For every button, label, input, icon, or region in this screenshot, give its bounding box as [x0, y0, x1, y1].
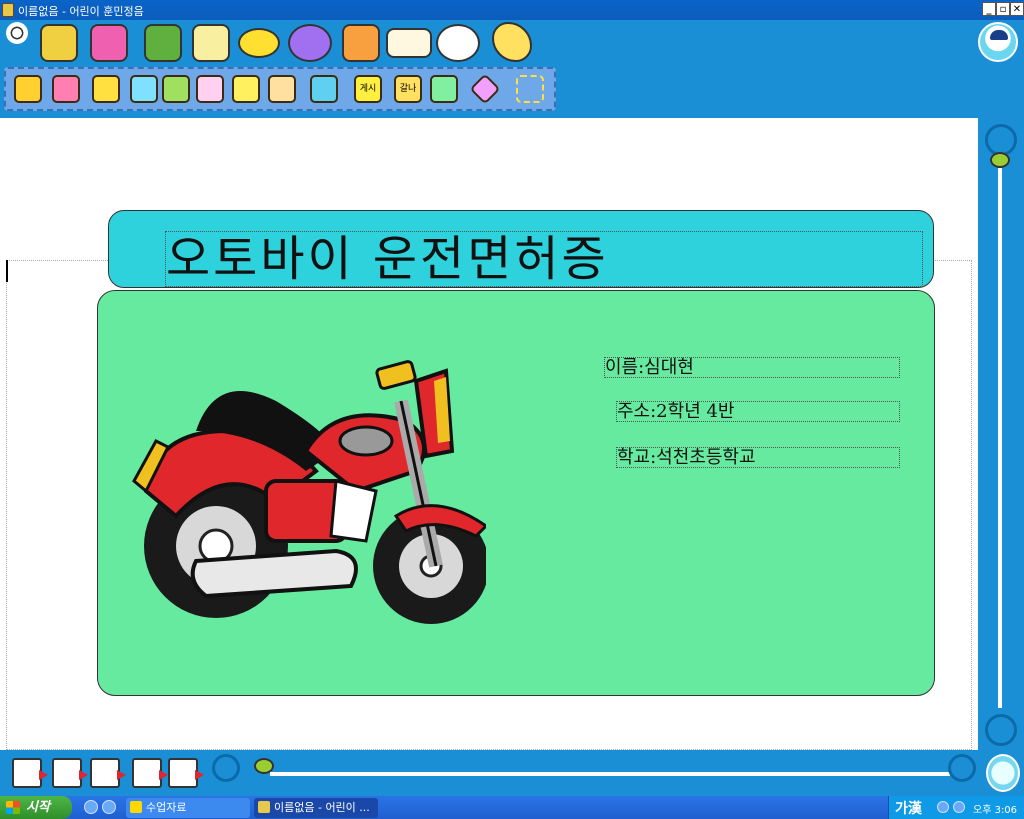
main-toolbar [0, 20, 976, 66]
page-prev-icon[interactable] [12, 758, 48, 788]
system-tray: 가漢 오후 3:06 [888, 796, 1024, 819]
vertical-scrollbar[interactable] [978, 118, 1024, 750]
notice-text-icon[interactable]: 게시 [354, 75, 382, 103]
quicklaunch-ie-icon[interactable] [84, 800, 98, 814]
text-cursor [6, 260, 8, 282]
hscroll-right-spiral-icon[interactable] [948, 754, 976, 782]
gift-box-icon[interactable] [144, 24, 182, 62]
app-icon [2, 3, 14, 17]
address-field[interactable]: 주소:2학년 4반 [616, 401, 900, 422]
special-char-icon[interactable] [196, 75, 224, 103]
format-toolbar: 게시 갈나 [4, 67, 556, 111]
restore-button[interactable]: ▫ [996, 2, 1010, 16]
close-button[interactable]: ✕ [1010, 2, 1024, 16]
helper-globe-icon[interactable] [986, 754, 1020, 792]
scroll-thumb-bug-icon[interactable] [990, 152, 1010, 168]
page-insert-icon[interactable] [52, 758, 88, 788]
pen-edit-icon[interactable] [268, 75, 296, 103]
start-button[interactable]: 시작 [0, 796, 72, 819]
character-avatar[interactable] [978, 22, 1018, 62]
address-field-text: 주소:2학년 4반 [617, 401, 735, 422]
taskbar-item-app[interactable]: 이름없음 - 어린이 ... [254, 798, 378, 818]
disc-icon[interactable] [6, 22, 28, 44]
select-area-icon[interactable] [516, 75, 544, 103]
clock: 오후 3:06 [973, 805, 1018, 816]
paint-icon[interactable] [238, 28, 280, 58]
motorcycle-clipart[interactable] [116, 341, 486, 626]
open-book-icon[interactable] [386, 28, 432, 58]
frame-text-icon[interactable] [310, 75, 338, 103]
scroll-rail[interactable] [998, 168, 1002, 708]
star-bubble-icon[interactable] [288, 24, 332, 62]
window-title: 이름없음 - 어린이 훈민정음 [18, 5, 144, 18]
cards-icon[interactable] [342, 24, 380, 62]
page-copy-icon[interactable] [90, 758, 126, 788]
document-heading: 오토바이 운전면허증 [166, 231, 609, 287]
page-next-icon[interactable] [168, 758, 204, 788]
magnifier-icon[interactable] [436, 24, 480, 62]
hscroll-left-spiral-icon[interactable] [212, 754, 240, 782]
school-field-text: 학교:석천초등학교 [617, 447, 756, 468]
tray-volume-icon[interactable] [953, 801, 965, 813]
page-move-icon[interactable] [132, 758, 168, 788]
app-small-icon [258, 801, 270, 813]
cabinet-icon[interactable] [40, 24, 78, 62]
name-field[interactable]: 이름:심대현 [604, 357, 900, 378]
star-folder-icon [130, 801, 142, 813]
shapes-icon[interactable] [469, 73, 501, 105]
heading-panel[interactable]: 오토바이 운전면허증 [108, 210, 934, 288]
font-size-icon[interactable] [52, 75, 80, 103]
minimize-button[interactable]: _ [982, 2, 996, 16]
page-layout-icon[interactable] [430, 75, 458, 103]
tray-network-icon[interactable] [937, 801, 949, 813]
taskbar-item-folder[interactable]: 수업자료 [126, 798, 250, 818]
bird-icon[interactable] [492, 22, 532, 62]
license-card[interactable]: 이름:심대현 주소:2학년 4반 학교:석천초등학교 [97, 290, 935, 696]
ime-indicator[interactable]: 가漢 [895, 798, 922, 818]
bold-text-icon[interactable] [162, 75, 190, 103]
text-color-icon[interactable] [14, 75, 42, 103]
taskbar-item-label: 이름없음 - 어린이 ... [274, 801, 370, 814]
os-taskbar: 시작 수업자료 이름없음 - 어린이 ... 가漢 오후 3:06 [0, 796, 1024, 819]
document-canvas[interactable]: 오토바이 운전면허증 이름:심대현 주소:2학년 4반 학교:석천초등학교 [0, 118, 978, 750]
text-style-icon[interactable] [92, 75, 120, 103]
quicklaunch-browser-icon[interactable] [102, 800, 116, 814]
hangul-box-icon[interactable]: 갈나 [394, 75, 422, 103]
scroll-bottom-spiral-icon[interactable] [985, 714, 1017, 746]
page-toolbar [0, 750, 1024, 796]
picture-card-icon[interactable] [90, 24, 128, 62]
hscroll-rail[interactable] [270, 772, 950, 776]
grid-sheet-icon[interactable] [192, 24, 230, 62]
heading-textbox[interactable]: 오토바이 운전면허증 [165, 231, 923, 287]
name-field-text: 이름:심대현 [605, 357, 694, 378]
add-symbol-icon[interactable] [130, 75, 158, 103]
title-bar: 이름없음 - 어린이 훈민정음 _ ▫ ✕ [0, 0, 1024, 20]
taskbar-item-label: 수업자료 [146, 801, 187, 814]
text-box-icon[interactable] [232, 75, 260, 103]
school-field[interactable]: 학교:석천초등학교 [616, 447, 900, 468]
